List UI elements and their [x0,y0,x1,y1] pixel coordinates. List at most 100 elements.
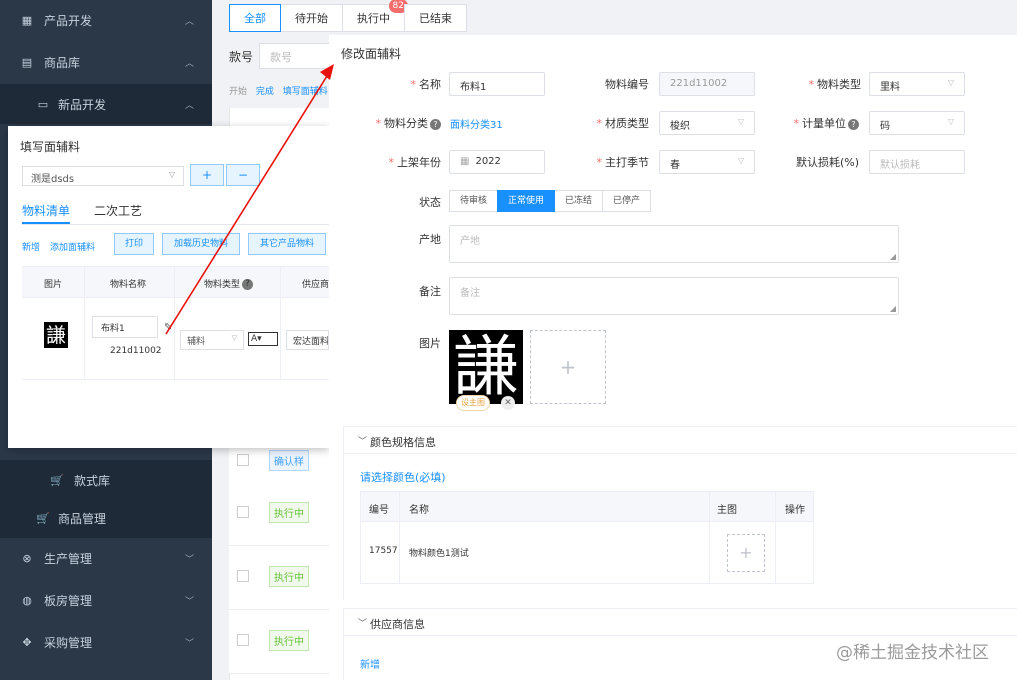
complete-link[interactable]: 完成 [256,87,274,97]
sidebar-item-goods-library[interactable]: ▤ 商品库 ︿ [0,42,212,82]
section-title: 颜色规格信息 [370,436,436,449]
load-history-button[interactable]: 加载历史物料 [162,233,240,255]
edit-icon[interactable]: ✎ [164,322,172,333]
label-text: 计量单位 [802,117,846,130]
status-option-pending[interactable]: 待审核 [449,190,499,212]
fill-materials-link[interactable]: 填写面辅料 [283,87,328,97]
category-label: * 物料分类? [349,115,441,131]
resize-handle-icon[interactable]: ◢ [890,304,896,313]
status-option-discontinued[interactable]: 已停产 [602,190,652,212]
status-option-active[interactable]: 正常使用 [497,190,556,212]
chevron-down-icon: ▽ [947,117,954,126]
new-link[interactable]: 新增 [22,240,40,253]
grid-icon: ▦ [21,13,33,27]
season-select[interactable]: 春 ▽ [659,150,755,174]
database-icon: ▤ [21,55,33,69]
edit-material-dialog: 修改面辅料 * 名称 布料1 物料编号 221d11002 * 物料类型 里料 ▽ … [329,35,1017,680]
select-value: 辅料 [187,337,206,347]
start-link[interactable]: 开始 [229,87,247,97]
plus-icon: + [739,543,753,562]
color-image-upload[interactable]: + [727,534,765,572]
row-checkbox[interactable] [237,570,249,582]
table-row: 执行中 [229,546,329,610]
column-divider [709,492,710,583]
sidebar-item-pattern-room[interactable]: ◍ 板房管理 ﹀ [0,580,212,620]
picker-value: 2022 [475,156,501,167]
sidebar-item-new-product[interactable]: ▭ 新品开发 ︿ [0,84,212,124]
material-image[interactable]: 謙 [449,330,523,404]
chevron-up-icon: ︿ [184,100,194,111]
year-picker[interactable]: ▦ 2022 [449,150,545,174]
color-name: 物料颜色1测试 [409,549,469,559]
status-tabs: 全部 待开始 执行中 82 已结束 [229,0,467,32]
chevron-down-icon: ▽ [168,170,175,179]
add-button[interactable]: + [190,164,224,186]
table-row [22,298,329,380]
move-icon: ✥ [22,635,32,649]
label-text: 主打季节 [605,156,649,169]
tab-secondary-process[interactable]: 二次工艺 [94,202,142,219]
tab-material-list[interactable]: 物料清单 [22,202,70,219]
supplier-select[interactable]: 宏达面料 [286,330,329,350]
sidebar-item-production[interactable]: ⊗ 生产管理 ﹀ [0,538,212,578]
plus-icon: + [559,355,577,379]
status-badge: 执行中 [269,630,309,651]
product-select[interactable]: 测是dsds ▽ [22,166,184,186]
tab-border [22,224,329,225]
dialog-title: 修改面辅料 [341,47,402,61]
style-number-input[interactable]: 款号 [259,43,339,69]
add-supplier-link[interactable]: 新增 [360,656,380,671]
material-type-select[interactable]: 里料 ▽ [869,72,965,96]
remove-image-icon[interactable]: ✕ [501,396,515,410]
name-input[interactable]: 布料1 [449,72,545,96]
status-option-frozen[interactable]: 已冻结 [554,190,604,212]
origin-textarea[interactable]: 产地 ◢ [449,225,899,263]
material-thumbnail[interactable]: 謙 [44,322,68,348]
tab-pending[interactable]: 待开始 [280,4,343,32]
help-icon: ? [848,118,859,130]
other-product-materials-button[interactable]: 其它产品物料 [248,233,326,255]
select-value: 里料 [880,82,900,93]
select-color-link[interactable]: 请选择颜色(必填) [360,469,446,485]
tab-in-progress[interactable]: 执行中 82 [342,0,408,32]
grade-select[interactable]: A▾ [248,332,278,346]
remark-textarea[interactable]: 备注 ◢ [449,277,899,315]
material-name-input[interactable]: 布料1 [92,316,158,338]
status-badge: 执行中 [269,502,309,523]
sidebar-item-goods-management[interactable]: 🛒 商品管理 [0,498,212,538]
loss-input[interactable]: 默认损耗 [869,150,965,174]
column-divider [399,492,400,583]
label-text: 物料类型 [817,78,861,91]
color-spec-section-header[interactable]: ﹀ 颜色规格信息 [343,426,1017,454]
print-button[interactable]: 打印 [114,233,154,255]
fill-materials-dialog: 填写面辅料 测是dsds ▽ + − 物料清单 二次工艺 新增 添加面辅料 打印… [8,126,329,448]
add-materials-link[interactable]: 添加面辅料 [50,240,95,253]
column-header: 主图 [717,505,737,516]
remove-button[interactable]: − [226,164,260,186]
code-input: 221d11002 [659,72,755,96]
tab-all[interactable]: 全部 [229,4,281,32]
row-checkbox[interactable] [237,454,249,466]
sidebar-item-style-library[interactable]: 🛒 款式库 [0,460,212,500]
category-link[interactable]: 面料分类31 [450,116,503,131]
column-divider [775,492,776,583]
row-checkbox[interactable] [237,634,249,646]
status-segmented-control: 待审核 正常使用 已冻结 已停产 [449,190,652,212]
sidebar-item-purchase[interactable]: ✥ 采购管理 ﹀ [0,622,212,662]
caret-down-icon: ▾ [257,334,262,344]
material-type-select[interactable]: 辅料 ▽ [180,330,244,350]
unit-select[interactable]: 码 ▽ [869,111,965,135]
tab-finished[interactable]: 已结束 [404,4,467,32]
table-row: 执行中 [229,482,329,546]
column-header: 名称 [409,505,429,516]
placeholder-text: 产地 [460,236,480,247]
image-upload-box[interactable]: + [530,330,606,404]
supplier-section-header[interactable]: ﹀ 供应商信息 [343,608,1017,636]
row-checkbox[interactable] [237,506,249,518]
sidebar-item-product-dev[interactable]: ▦ 产品开发 ︿ [0,0,212,40]
material-select[interactable]: 梭织 ▽ [659,111,755,135]
set-main-image-button[interactable]: 设主图 [456,395,490,411]
code-label: 物料编号 [605,78,649,91]
resize-handle-icon[interactable]: ◢ [890,252,896,261]
status-links: 开始 完成 填写面辅料 [229,84,334,97]
